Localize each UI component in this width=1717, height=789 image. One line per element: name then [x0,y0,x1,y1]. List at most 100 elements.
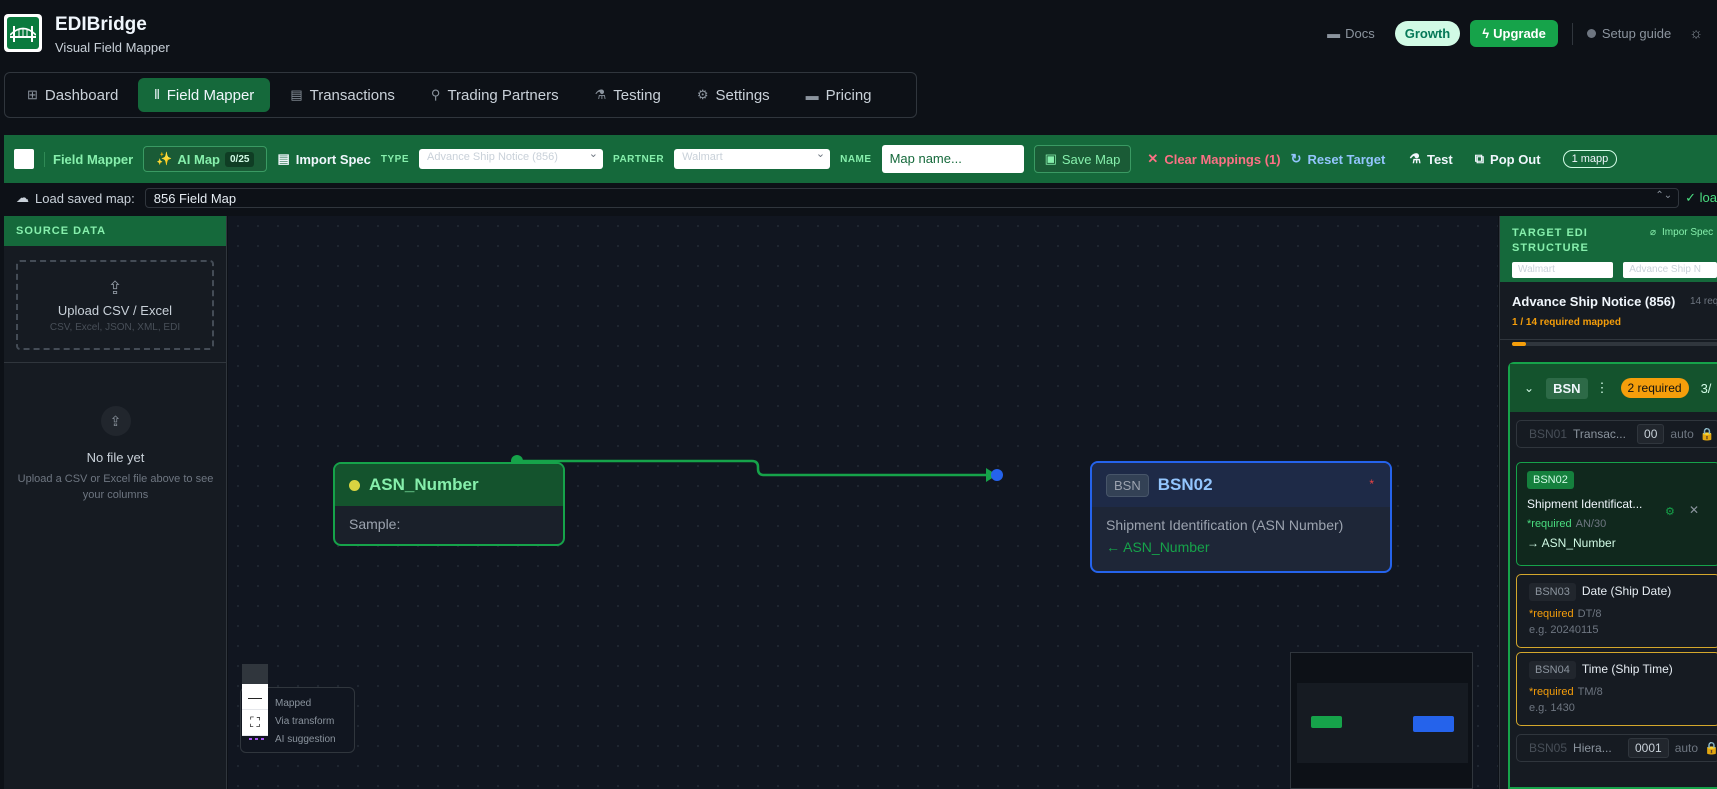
sidebar-toggle[interactable] [14,149,34,169]
transform-gear-icon[interactable]: ⚙ [1665,505,1675,518]
reset-target-button[interactable]: ↻ Reset Target [1291,151,1386,167]
save-map-button[interactable]: ▣ Save Map [1033,145,1132,173]
setup-guide-link[interactable]: Setup guide [1586,26,1671,41]
required-marker: * [1369,477,1374,491]
theme-toggle-sun-icon[interactable]: ☼ [1689,25,1703,42]
source-header: SOURCE DATA [4,216,226,246]
chevron-down-icon[interactable]: ⌄ [1524,381,1534,395]
element-row[interactable]: BSN03 Date (Ship Date) *required DT/8 e.g.… [1516,574,1717,648]
progress-bar [1512,342,1717,346]
nav-settings[interactable]: ⚙ Settings [681,78,786,112]
required-count: 14 req [1690,296,1717,307]
required-label: *required [1527,518,1572,530]
ai-map-button[interactable]: ✨ AI Map 0/25 [143,146,268,172]
nav-field-mapper[interactable]: ⫴ Field Mapper [138,78,271,112]
partner-label: PARTNER [613,153,665,165]
name-label: NAME [840,153,872,165]
element-type: DT/8 [1577,608,1602,620]
sparkle-icon: ✨ [156,151,173,166]
element-example: e.g. 1430 [1529,702,1575,714]
document-icon: ▤ [277,151,290,166]
lock-icon: 🔒 [1704,741,1717,755]
source-data-panel: SOURCE DATA ⇪ Upload CSV / Excel CSV, Ex… [4,216,227,789]
empty-description: Upload a CSV or Excel file above to see … [17,473,214,501]
docs-label: Docs [1345,26,1375,41]
source-node[interactable]: ASN_Number Sample: [333,462,565,546]
partner-select[interactable]: Walmart [674,149,831,169]
remove-mapping-icon[interactable]: ✕ [1689,503,1699,517]
lock-icon: 🔒 [1699,427,1715,441]
segment-header[interactable]: ⌄ BSN ⋮ 2 required 3/ [1510,364,1717,412]
legend-label: Via transform [275,715,335,727]
source-node-sample: Sample: [349,516,401,532]
target-type-select[interactable]: Advance Ship N [1623,262,1717,278]
card-icon: ▬ [805,87,819,103]
plan-badge[interactable]: Growth [1394,21,1461,46]
element-title: Hiera... [1573,741,1612,755]
element-title: Date (Ship Date) [1581,584,1672,598]
element-id: BSN01 [1529,427,1568,441]
target-structure-panel: TARGET EDI STRUCTURE ⌀ Impor Spec Walmar… [1499,216,1717,789]
clear-mappings-button[interactable]: ✕ Clear Mappings (1) [1147,151,1280,167]
element-title: Time (Ship Time) [1581,662,1673,676]
link-icon: ⚲ [430,87,441,102]
nav-dashboard[interactable]: ⊞ Dashboard [11,78,134,112]
book-icon: ▬ [1327,26,1341,41]
target-node[interactable]: BSN BSN02 * Shipment Identification (ASN… [1090,461,1392,573]
doc-title: Advance Ship Notice (856) [1512,294,1676,309]
saved-map-select[interactable]: 856 Field Map [144,188,1680,208]
target-partner-select[interactable]: Walmart [1512,262,1614,278]
nav-label: Pricing [825,86,872,104]
app-logo[interactable] [4,14,42,52]
upgrade-button[interactable]: ϟ Upgrade [1470,20,1558,47]
pop-out-button[interactable]: ⧉ Pop Out [1475,151,1541,167]
required-badge: 2 required [1620,378,1689,398]
import-spec-link[interactable]: ⌀ Impor Spec [1650,226,1713,240]
external-link-icon: ⧉ [1474,151,1485,166]
nav-pricing[interactable]: ▬ Pricing [790,78,888,112]
toolbar-title: Field Mapper [44,151,133,167]
nav-trading-partners[interactable]: ⚲ Trading Partners [415,78,575,112]
nav-label: Settings [715,86,770,104]
ai-map-label: AI Map [177,151,220,167]
type-label: TYPE [380,153,410,165]
segment-card: ⌄ BSN ⋮ 2 required 3/ BSN01 Transac... 0… [1508,362,1717,789]
type-select[interactable]: Advance Ship Notice (856) [419,149,604,169]
import-spec-button[interactable]: ▤ Import Spec [277,151,370,167]
element-title: Transac... [1573,427,1626,441]
element-row[interactable]: BSN01 Transac... 00 auto 🔒 [1516,420,1717,448]
mapped-count-badge: 1 mapp [1562,150,1618,168]
element-value: 0001 [1627,738,1669,758]
zoom-out-button[interactable]: — [242,684,268,710]
divider [4,362,227,363]
load-status: ✓ loa [1685,190,1717,205]
nav-testing[interactable]: ⚗ Testing [579,78,677,112]
progress-text: 1 / 14 required mapped [1512,317,1621,328]
docs-link[interactable]: ▬ Docs [1327,26,1375,41]
divider [1571,22,1573,45]
map-name-input[interactable]: Map name... [881,145,1024,173]
upload-icon: ⇪ [107,277,123,298]
upload-dropzone[interactable]: ⇪ Upload CSV / Excel CSV, Excel, JSON, X… [16,260,214,350]
segment-name: BSN [1546,377,1588,399]
element-row[interactable]: BSN04 Time (Ship Time) *required TM/8 e.g.… [1516,652,1717,726]
element-row[interactable]: BSN05 Hiera... 0001 auto 🔒 [1516,734,1717,762]
test-button[interactable]: ⚗ Test [1409,151,1452,167]
upload-formats: CSV, Excel, JSON, XML, EDI [49,321,181,333]
element-row-mapped[interactable]: BSN02 Shipment Identificat... *required A… [1516,462,1717,566]
main-nav: ⊞ Dashboard ⫴ Field Mapper ▤ Transactions ⚲… [4,72,917,118]
required-label: *required [1529,686,1574,698]
kebab-menu-icon[interactable]: ⋮ [1596,380,1609,396]
load-saved-map-bar: ☁ Load saved map: 856 Field Map ✓ loa [4,187,1717,209]
nav-transactions[interactable]: ▤ Transactions [274,78,411,112]
segment-fraction: 3/ [1700,380,1712,396]
minimap[interactable] [1290,652,1473,789]
mapping-canvas[interactable]: ASN_Number Sample: BSN BSN02 * Shipment … [228,216,1498,789]
nav-label: Field Mapper [166,86,255,104]
upgrade-label: Upgrade [1493,26,1546,41]
target-summary: Advance Ship Notice (856) 14 req 1 / 14 … [1500,282,1717,340]
target-node-description: Shipment Identification (ASN Number) [1106,517,1344,533]
fit-view-icon[interactable]: ⛶ [242,710,268,736]
target-node-mapped-from: ← ASN_Number [1106,539,1210,555]
arrow-right-icon: → [1527,536,1542,550]
